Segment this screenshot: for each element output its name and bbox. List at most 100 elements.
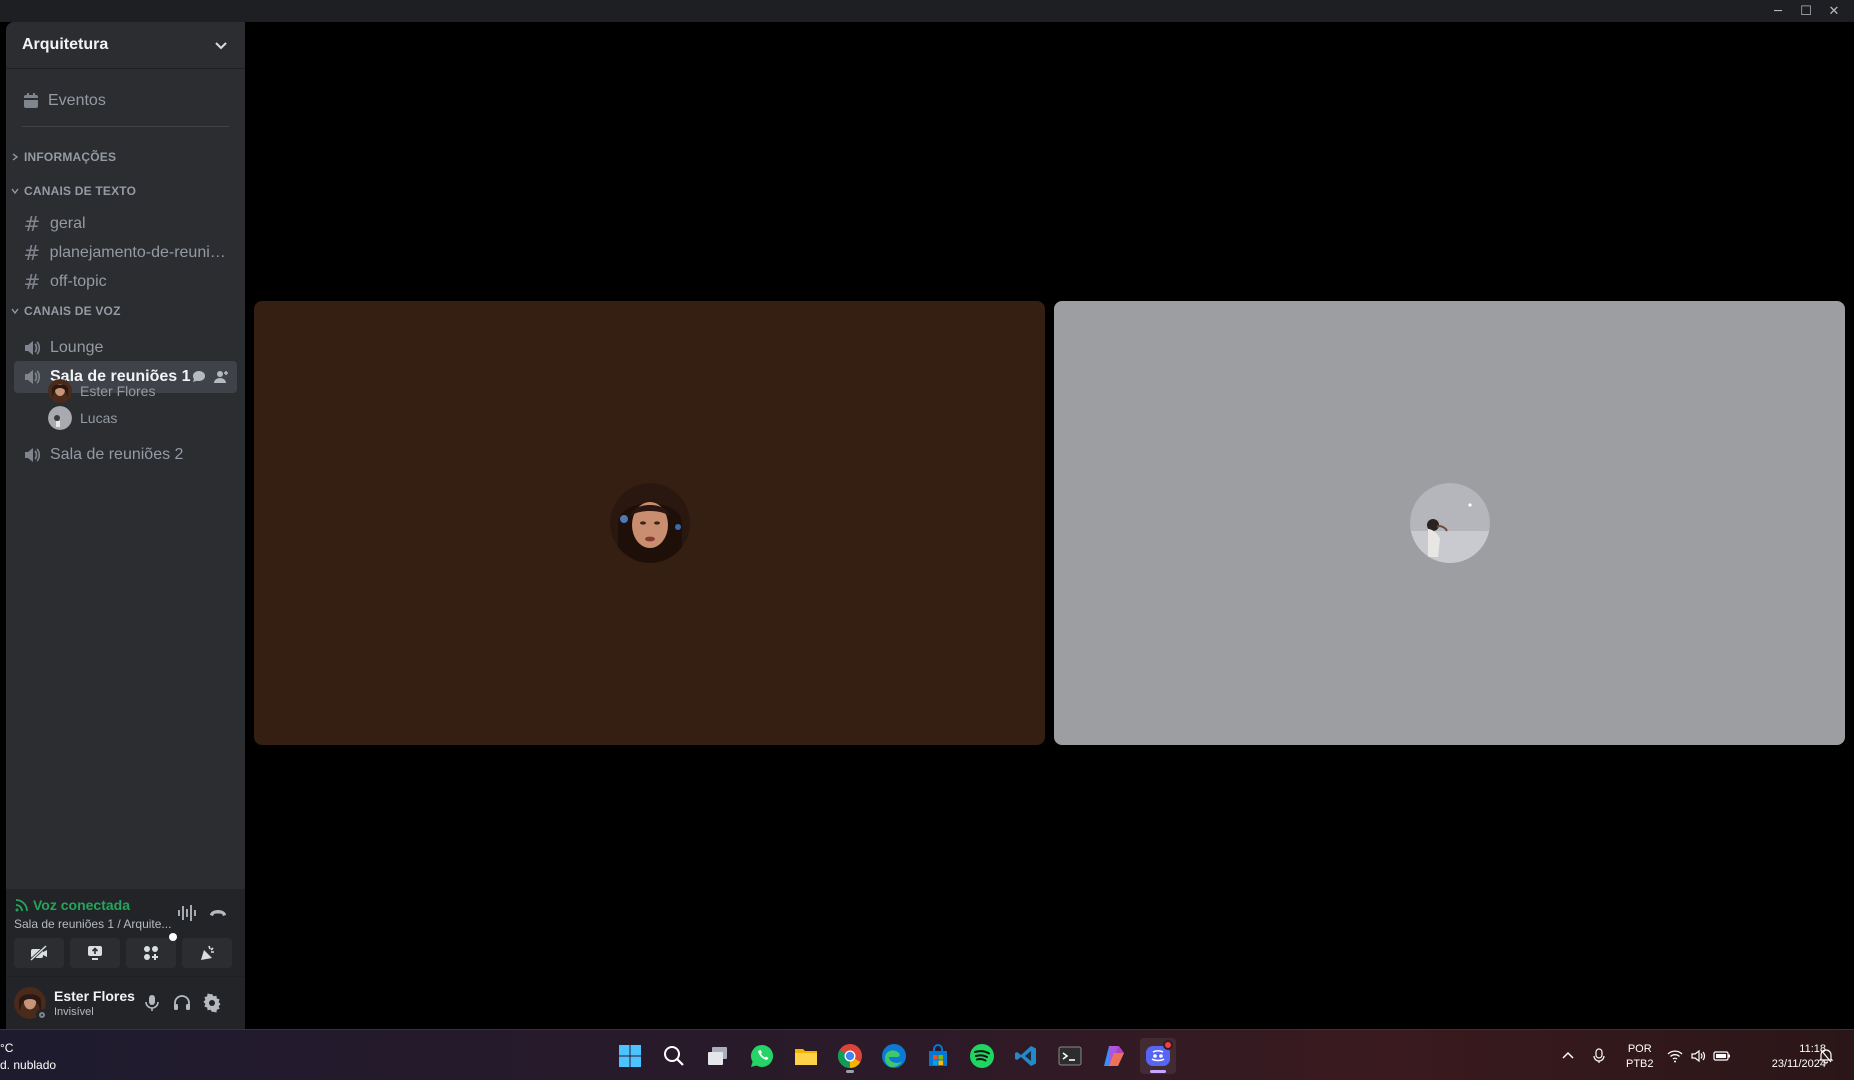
microsoft-store-app[interactable] — [920, 1038, 956, 1074]
channel-sidebar: Arquitetura Eventos INFORMAÇÕES CANAIS D… — [6, 22, 245, 1029]
spotify-icon — [970, 1044, 994, 1068]
file-explorer-app[interactable] — [788, 1038, 824, 1074]
notifications-button[interactable] — [1816, 1046, 1836, 1066]
terminal-icon — [1058, 1046, 1082, 1066]
channel-label: planejamento-de-reuniõ... — [49, 244, 229, 261]
voice-channel-lounge[interactable]: Lounge — [14, 332, 237, 364]
input-language[interactable]: POR PTB2 — [1626, 1042, 1654, 1072]
date: 23/11/2024 — [1771, 1058, 1826, 1070]
weather-temp[interactable]: °C — [0, 1041, 13, 1055]
soundboard-button[interactable] — [182, 938, 232, 968]
time: 11:18 — [1799, 1043, 1826, 1055]
camera-off-icon — [29, 944, 48, 962]
voice-location[interactable]: Sala de reuniões 1 / Arquite... — [14, 917, 171, 931]
chevron-right-icon — [12, 153, 19, 161]
camera-toggle-button[interactable] — [14, 938, 64, 968]
file-explorer-icon — [795, 1049, 817, 1065]
search-icon — [664, 1046, 684, 1066]
text-channel-geral[interactable]: # geral — [14, 208, 237, 240]
close-button[interactable]: ✕ — [1818, 0, 1850, 22]
calendar-icon — [24, 93, 38, 108]
hang-up-icon — [210, 910, 226, 916]
chevron-down-icon — [11, 188, 19, 195]
invisible-status-icon — [36, 1009, 48, 1021]
windows-taskbar: °C d. nublado POR PTB2 11:18 23/11/2024 — [0, 1029, 1854, 1080]
channel-label: geral — [50, 215, 86, 232]
speaker-icon — [25, 448, 41, 462]
clock[interactable]: 11:18 23/11/2024 — [1740, 1042, 1826, 1072]
events-label: Eventos — [48, 92, 106, 109]
voice-status: Voz conectada — [14, 897, 130, 913]
user-name[interactable]: Ester Flores — [54, 988, 135, 1004]
server-header[interactable]: Arquitetura — [6, 22, 245, 69]
member-name: Lucas — [80, 410, 118, 426]
disconnect-button[interactable] — [206, 901, 230, 925]
microphone-tray[interactable] — [1589, 1046, 1609, 1066]
voice-member-ester[interactable]: Ester Flores — [48, 377, 155, 405]
mute-button[interactable] — [140, 991, 164, 1015]
wifi-icon — [1667, 1050, 1683, 1063]
task-view-icon — [708, 1047, 727, 1065]
terminal-app[interactable] — [1052, 1038, 1088, 1074]
show-hidden-icons-button[interactable] — [1558, 1046, 1578, 1066]
lang-top: POR — [1627, 1043, 1652, 1055]
chevron-down-icon — [11, 308, 19, 315]
running-indicator — [846, 1070, 854, 1073]
task-view-button[interactable] — [700, 1038, 736, 1074]
voice-member-lucas[interactable]: Lucas — [48, 404, 117, 432]
waveform-icon — [178, 905, 196, 921]
noise-suppression-button[interactable] — [175, 901, 199, 925]
discord-app[interactable] — [1140, 1038, 1176, 1074]
volume-icon — [1691, 1049, 1706, 1063]
text-channel-off-topic[interactable]: # off-topic — [14, 266, 237, 298]
channel-label: Lounge — [50, 339, 104, 356]
notification-bell-icon — [1818, 1049, 1834, 1064]
vscode-app[interactable] — [1008, 1038, 1044, 1074]
participant-tile-lucas[interactable] — [1054, 301, 1845, 745]
start-button[interactable] — [612, 1038, 648, 1074]
whatsapp-app[interactable] — [744, 1038, 780, 1074]
chat-icon[interactable] — [191, 369, 207, 385]
edge-app[interactable] — [876, 1038, 912, 1074]
activities-button[interactable] — [126, 933, 177, 968]
user-panel: Ester Flores Invisível — [6, 977, 245, 1029]
wifi-tray[interactable] — [1665, 1046, 1685, 1066]
screen-share-icon — [88, 946, 102, 960]
speaker-icon — [25, 341, 41, 355]
events-link[interactable]: Eventos — [14, 84, 237, 118]
channel-actions — [191, 369, 229, 385]
volume-tray[interactable] — [1688, 1046, 1708, 1066]
category-label: INFORMAÇÕES — [24, 150, 117, 164]
screen-share-button[interactable] — [70, 938, 120, 968]
category-canais-de-texto[interactable]: CANAIS DE TEXTO — [10, 182, 136, 200]
copilot-app[interactable] — [1096, 1038, 1132, 1074]
speaker-icon — [25, 370, 41, 384]
category-canais-de-voz[interactable]: CANAIS DE VOZ — [10, 302, 121, 320]
category-informacoes[interactable]: INFORMAÇÕES — [10, 148, 116, 166]
category-label: CANAIS DE VOZ — [24, 304, 121, 318]
hashtag-icon: # — [23, 241, 41, 265]
edge-icon — [882, 1044, 906, 1068]
search-button[interactable] — [656, 1038, 692, 1074]
battery-icon — [1713, 1051, 1730, 1061]
chrome-app[interactable] — [832, 1038, 868, 1074]
chevron-down-icon — [215, 42, 227, 50]
discord-window: ─ ☐ ✕ Arquitetura Eventos INFORMAÇÕES CA… — [0, 0, 1854, 1080]
chrome-icon — [837, 1044, 862, 1068]
hashtag-icon: # — [23, 270, 41, 294]
voice-channel-sala-2[interactable]: Sala de reuniões 2 — [14, 439, 237, 471]
user-settings-button[interactable] — [200, 991, 224, 1015]
invite-user-icon[interactable] — [213, 369, 229, 385]
text-channel-planejamento[interactable]: # planejamento-de-reuniõ... — [14, 237, 237, 269]
participant-tile-ester[interactable] — [254, 301, 1045, 745]
lang-bottom: PTB2 — [1626, 1058, 1654, 1070]
battery-tray[interactable] — [1712, 1046, 1732, 1066]
weather-description[interactable]: d. nublado — [0, 1058, 56, 1072]
server-name: Arquitetura — [22, 36, 109, 53]
category-label: CANAIS DE TEXTO — [24, 184, 137, 198]
deafen-button[interactable] — [170, 991, 194, 1015]
spotify-app[interactable] — [964, 1038, 1000, 1074]
member-name: Ester Flores — [80, 383, 156, 399]
vscode-icon — [1015, 1046, 1036, 1066]
microphone-icon — [145, 995, 159, 1011]
